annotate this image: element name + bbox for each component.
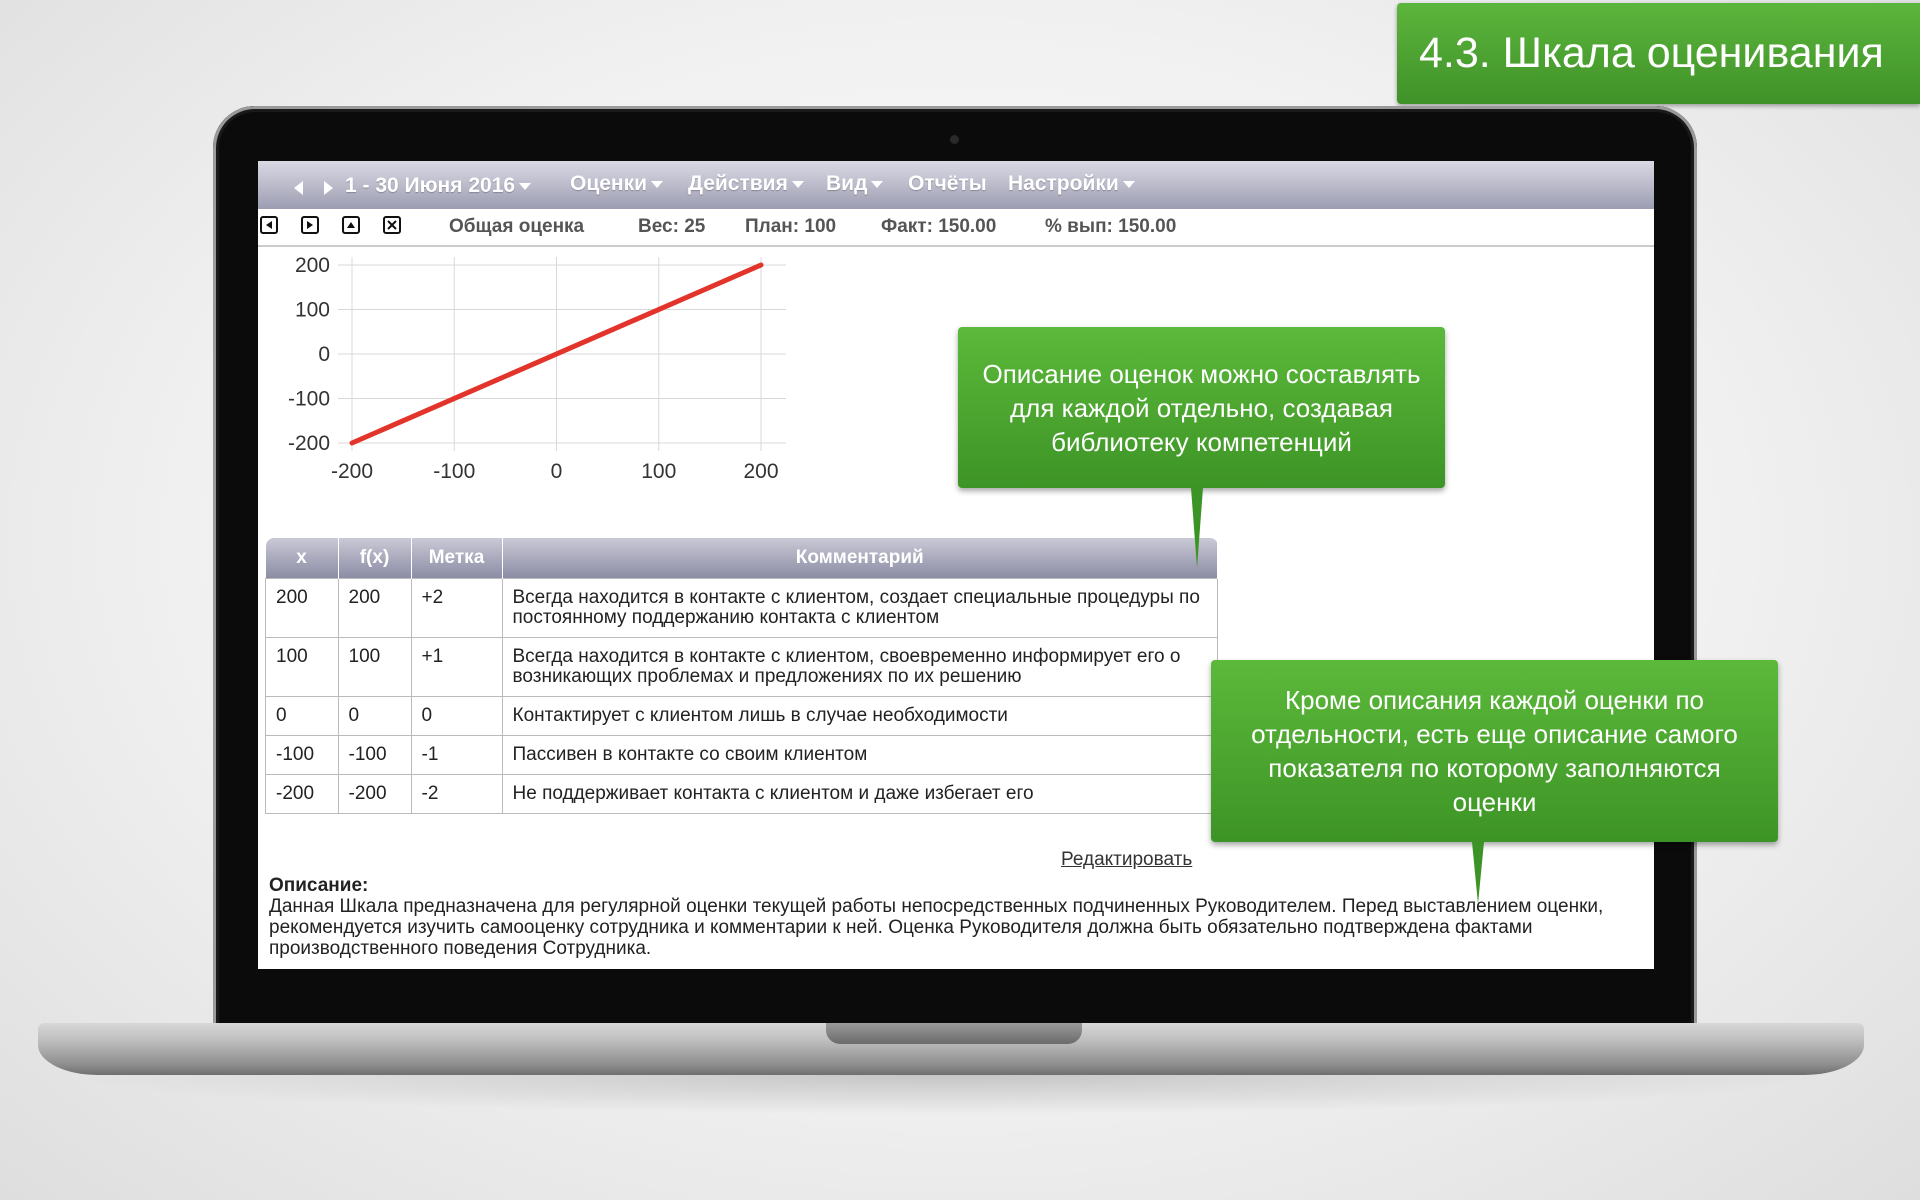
x-tick-label: -200 [331, 460, 373, 483]
chevron-down-icon [519, 182, 532, 190]
nav-up-button[interactable] [342, 216, 360, 234]
nav-prev-button[interactable] [260, 216, 278, 234]
indicator-weight: Вес: 25 [638, 216, 706, 237]
y-tick-label: -100 [288, 388, 330, 411]
cell-x: -200 [265, 774, 339, 814]
period-label: 1 - 30 Июня 2016 [345, 174, 516, 197]
description-text: Данная Шкала предназначена для регулярно… [269, 896, 1604, 959]
cell-fx: -200 [337, 774, 412, 814]
edit-link[interactable]: Редактировать [1061, 849, 1192, 871]
laptop-shadow [60, 1075, 1840, 1115]
column-header-comment: Комментарий [502, 538, 1218, 579]
y-tick-label: 100 [295, 299, 330, 322]
cell-comment: Контактирует с клиентом лишь в случае не… [501, 696, 1218, 736]
y-tick-label: -200 [288, 432, 330, 455]
description-block: Описание: Данная Шкала предназначена для… [269, 875, 1654, 959]
menu-item-label: Оценки [570, 172, 648, 195]
table-row: 0 0 0 Контактирует с клиентом лишь в случае… [265, 696, 1218, 736]
column-header-label: Метка [411, 538, 503, 579]
chevron-down-icon [791, 180, 804, 188]
menu-item-actions[interactable]: Действия [688, 172, 804, 196]
y-tick-label: 0 [318, 343, 330, 366]
menu-item-reports[interactable]: Отчёты [908, 172, 987, 196]
next-period-icon[interactable] [324, 177, 333, 201]
column-header-x: x [265, 538, 339, 579]
menu-item-label: Вид [826, 172, 868, 195]
camera-icon [950, 135, 959, 144]
chevron-down-icon [871, 180, 884, 188]
menu-item-label: Действия [688, 172, 788, 195]
cell-label: +2 [410, 578, 503, 638]
cell-x: -100 [265, 735, 339, 775]
close-button[interactable] [383, 216, 401, 234]
cell-fx: -100 [337, 735, 412, 775]
table-row: -200 -200 -2 Не поддерживает контакта с кли… [265, 774, 1218, 814]
chevron-down-icon [651, 180, 664, 188]
cell-fx: 100 [337, 637, 412, 697]
cell-comment: Всегда находится в контакте с клиентом, … [501, 578, 1218, 638]
description-label: Описание: [269, 875, 369, 896]
prev-period-icon[interactable] [294, 177, 303, 201]
nav-next-button[interactable] [301, 216, 319, 234]
cell-x: 100 [265, 637, 339, 697]
callout-bottom-pointer [1472, 842, 1484, 904]
scale-chart: -200 -100 0 100 200 200 100 0 -100 -200 [288, 254, 786, 483]
callout-top-pointer [1191, 488, 1203, 568]
cell-x: 0 [265, 696, 339, 736]
y-tick-label: 200 [295, 254, 330, 277]
cell-label: 0 [410, 696, 503, 736]
callout-top: Описание оценок можно составлять для каж… [958, 327, 1445, 488]
cell-comment: Пассивен в контакте со своим клиентом [501, 735, 1218, 775]
cell-comment: Не поддерживает контакта с клиентом и да… [501, 774, 1218, 814]
indicator-plan: План: 100 [745, 216, 837, 237]
indicator-fact: Факт: 150.00 [881, 216, 997, 237]
cell-label: -1 [410, 735, 503, 775]
menu-item-label: Отчёты [908, 172, 987, 195]
callout-bottom: Кроме описания каждой оценки по отдельно… [1211, 660, 1778, 842]
table-header-row: x f(x) Метка Комментарий [265, 538, 1218, 579]
menu-item-view[interactable]: Вид [826, 172, 884, 196]
scale-table: x f(x) Метка Комментарий 200 200 +2 Всегда … [265, 538, 1218, 814]
app-screen: 1 - 30 Июня 2016 Оценки Действия Вид Отч… [258, 161, 1654, 969]
menu-bar: 1 - 30 Июня 2016 Оценки Действия Вид Отч… [258, 161, 1654, 209]
indicator-percent: % вып: 150.00 [1045, 216, 1177, 237]
x-tick-label: 200 [743, 460, 778, 483]
indicator-name: Общая оценка [449, 216, 585, 237]
slide-title: 4.3. Шкала оценивания [1397, 3, 1920, 104]
x-tick-label: -100 [433, 460, 475, 483]
column-header-fx: f(x) [338, 538, 412, 579]
cell-fx: 0 [337, 696, 412, 736]
table-row: -100 -100 -1 Пассивен в контакте со своим к… [265, 735, 1218, 775]
cell-x: 200 [265, 578, 339, 638]
period-selector[interactable]: 1 - 30 Июня 2016 [345, 174, 532, 198]
menu-item-ocenki[interactable]: Оценки [570, 172, 664, 196]
table-row: 200 200 +2 Всегда находится в контакте с кл… [265, 578, 1218, 638]
chevron-down-icon [1122, 180, 1135, 188]
cell-fx: 200 [337, 578, 412, 638]
cell-label: +1 [410, 637, 503, 697]
table-row: 100 100 +1 Всегда находится в контакте с кл… [265, 637, 1218, 697]
cell-comment: Всегда находится в контакте с клиентом, … [501, 637, 1218, 697]
menu-item-label: Настройки [1008, 172, 1119, 195]
x-tick-label: 0 [551, 460, 563, 483]
menu-item-settings[interactable]: Настройки [1008, 172, 1135, 196]
laptop-notch [826, 1023, 1082, 1044]
x-tick-label: 100 [641, 460, 676, 483]
cell-label: -2 [410, 774, 503, 814]
